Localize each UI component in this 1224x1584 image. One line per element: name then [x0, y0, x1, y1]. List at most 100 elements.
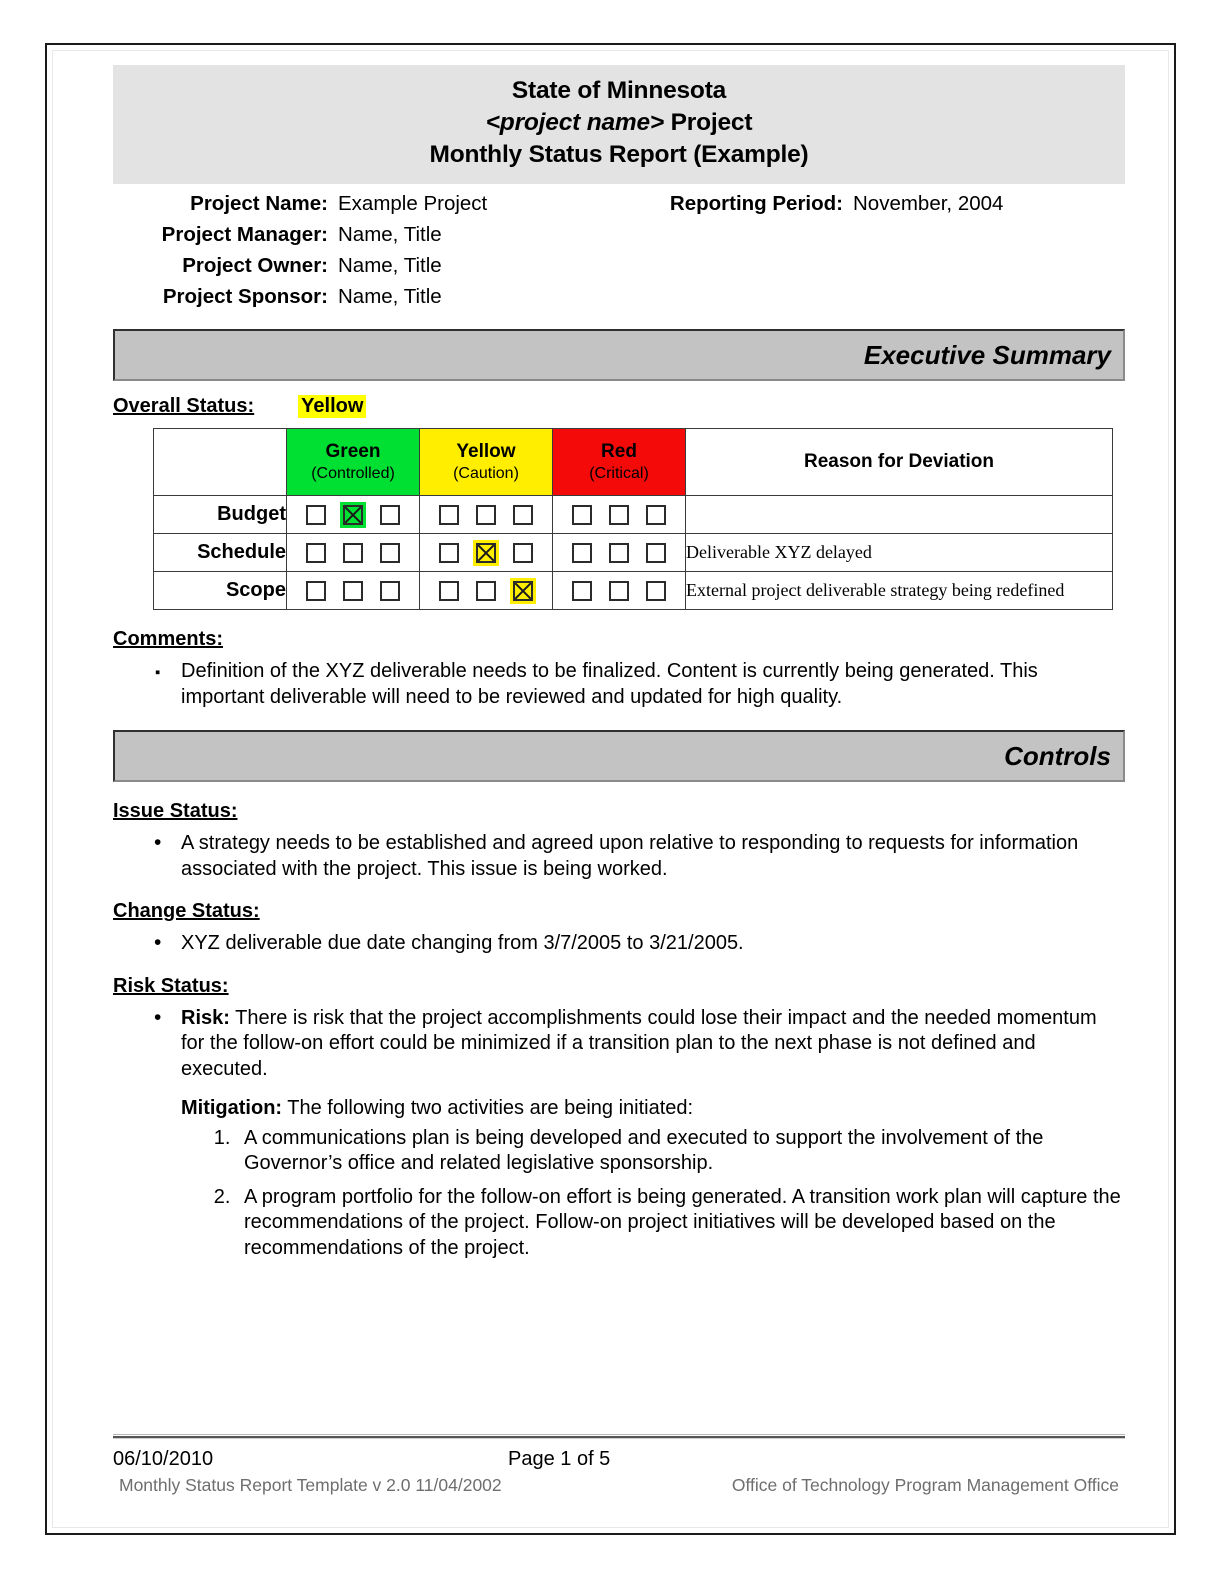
- checkbox-budget-red-2[interactable]: [609, 504, 629, 525]
- table-row: Budget: [153, 495, 1113, 534]
- document-title-band: State of Minnesota <project name> Projec…: [113, 65, 1125, 184]
- spacer-cell-e: [638, 285, 853, 309]
- checkbox-scope-yellow-2[interactable]: [476, 580, 496, 601]
- checkbox-budget-red-1[interactable]: [572, 504, 592, 525]
- header-red-sub: (Critical): [589, 465, 649, 482]
- checkbox-schedule-yellow-1[interactable]: [439, 542, 459, 563]
- controls-banner: Controls: [113, 730, 1125, 782]
- reason-scope: External project deliverable strategy be…: [685, 571, 1113, 610]
- title-project-placeholder: <project name>: [485, 109, 665, 136]
- controls-banner-label: Controls: [1004, 740, 1111, 771]
- footer-primary-row: 06/10/2010 Page 1 of 5: [113, 1448, 1125, 1474]
- change-status-heading: Change Status:: [113, 900, 260, 922]
- reason-budget: [685, 495, 1113, 534]
- risk-status-heading: Risk Status:: [113, 974, 229, 997]
- comments-heading: Comments:: [113, 628, 224, 650]
- checkbox-scope-red-2[interactable]: [609, 580, 629, 601]
- spacer-cell-a: [638, 223, 853, 247]
- checkbox-scope-yellow-1[interactable]: [439, 580, 459, 601]
- overall-status-value: Yellow: [298, 395, 367, 418]
- label-project-owner: Project Owner:: [182, 254, 328, 277]
- header-yellow-title: Yellow: [456, 441, 516, 462]
- list-item: XYZ deliverable due date changing from 3…: [154, 930, 1125, 957]
- header-red-title: Red: [601, 441, 637, 462]
- checkbox-schedule-red-3[interactable]: [646, 542, 666, 563]
- status-table-header-row: Green (Controlled) Yellow (Caution) Red …: [153, 428, 1113, 496]
- risk-label: Risk:: [181, 1006, 230, 1029]
- title-project-suffix: Project: [664, 109, 753, 136]
- header-cell-blank: [153, 428, 287, 496]
- checkbox-budget-green-1[interactable]: [306, 504, 326, 525]
- reason-schedule: Deliverable XYZ delayed: [685, 533, 1113, 572]
- checkbox-scope-green-2[interactable]: [343, 580, 363, 601]
- checkbox-schedule-green-2[interactable]: [343, 542, 363, 563]
- checkbox-schedule-green-1[interactable]: [306, 542, 326, 563]
- value-project-manager: Name, Title: [338, 223, 442, 246]
- title-line-report: Monthly Status Report (Example): [429, 141, 809, 168]
- label-project-name: Project Name:: [190, 192, 328, 215]
- list-item: A strategy needs to be established and a…: [154, 830, 1125, 882]
- label-project-manager: Project Manager:: [161, 223, 328, 246]
- checkbox-scope-green-1[interactable]: [306, 580, 326, 601]
- checkbox-budget-yellow-2[interactable]: [476, 504, 496, 525]
- scope-yellow-boxes: [419, 571, 553, 610]
- header-cell-green: Green (Controlled): [286, 428, 420, 496]
- footer-date: 06/10/2010: [113, 1448, 214, 1470]
- mitigation-block: Mitigation: The following two activities…: [113, 1096, 1125, 1261]
- scope-green-boxes: [286, 571, 420, 610]
- budget-yellow-boxes: [419, 495, 553, 534]
- footer-secondary-row: Monthly Status Report Template v 2.0 11/…: [113, 1475, 1125, 1499]
- list-item: A program portfolio for the follow-on ef…: [236, 1185, 1125, 1262]
- checkbox-schedule-red-1[interactable]: [572, 542, 592, 563]
- list-item: Definition of the XYZ deliverable needs …: [155, 659, 1125, 710]
- schedule-red-boxes: [552, 533, 686, 572]
- checkbox-budget-yellow-1[interactable]: [439, 504, 459, 525]
- change-status-list: XYZ deliverable due date changing from 3…: [113, 930, 1125, 957]
- checkbox-scope-green-3[interactable]: [380, 580, 400, 601]
- checkbox-scope-yellow-3[interactable]: [513, 580, 533, 601]
- checkbox-schedule-yellow-3[interactable]: [513, 542, 533, 563]
- spacer-cell-f: [853, 285, 1125, 309]
- spacer-cell-c: [638, 254, 853, 278]
- executive-summary-banner-label: Executive Summary: [863, 339, 1111, 370]
- spacer-cell-d: [853, 254, 1125, 278]
- header-cell-red: Red (Critical): [552, 428, 686, 496]
- project-info-grid: Project Name: Example Project Reporting …: [113, 192, 1125, 309]
- checkbox-schedule-yellow-2[interactable]: [476, 542, 496, 563]
- checkbox-scope-red-1[interactable]: [572, 580, 592, 601]
- checkbox-scope-red-3[interactable]: [646, 580, 666, 601]
- overall-status-row: Overall Status: Yellow: [113, 395, 1125, 418]
- budget-red-boxes: [552, 495, 686, 534]
- executive-summary-banner: Executive Summary: [113, 329, 1125, 381]
- checkbox-budget-red-3[interactable]: [646, 504, 666, 525]
- list-item: A communications plan is being developed…: [236, 1126, 1125, 1177]
- footer-template-info: Monthly Status Report Template v 2.0 11/…: [119, 1475, 502, 1495]
- mitigation-label: Mitigation:: [181, 1097, 283, 1119]
- header-yellow-sub: (Caution): [453, 465, 519, 482]
- title-line-project: <project name> Project: [113, 107, 1125, 139]
- table-row: Scope External project deliverable strat…: [153, 571, 1113, 610]
- overall-status-label: Overall Status:: [113, 395, 255, 417]
- checkbox-budget-green-3[interactable]: [380, 504, 400, 525]
- checkbox-budget-yellow-3[interactable]: [513, 504, 533, 525]
- spacer-cell-b: [853, 223, 1125, 247]
- issue-status-heading: Issue Status:: [113, 800, 238, 822]
- page-footer: 06/10/2010 Page 1 of 5 Monthly Status Re…: [113, 1434, 1125, 1499]
- row-label-schedule: Schedule: [153, 533, 287, 572]
- budget-green-boxes: [286, 495, 420, 534]
- checkbox-schedule-red-2[interactable]: [609, 542, 629, 563]
- value-project-name: Example Project: [338, 192, 488, 215]
- issue-status-list: A strategy needs to be established and a…: [113, 830, 1125, 882]
- scope-red-boxes: [552, 571, 686, 610]
- page-inner-border: State of Minnesota <project name> Projec…: [52, 50, 1169, 1528]
- value-project-sponsor: Name, Title: [338, 285, 442, 308]
- status-table: Green (Controlled) Yellow (Caution) Red …: [153, 428, 1113, 610]
- list-item: Risk: There is risk that the project acc…: [154, 1005, 1125, 1083]
- label-project-sponsor: Project Sponsor:: [162, 285, 328, 308]
- checkbox-schedule-green-3[interactable]: [380, 542, 400, 563]
- checkbox-budget-green-2[interactable]: [343, 504, 363, 525]
- label-reporting-period: Reporting Period:: [669, 192, 843, 215]
- header-green-sub: (Controlled): [311, 465, 395, 482]
- footer-divider: [113, 1434, 1125, 1439]
- footer-page-number: Page 1 of 5: [508, 1448, 611, 1470]
